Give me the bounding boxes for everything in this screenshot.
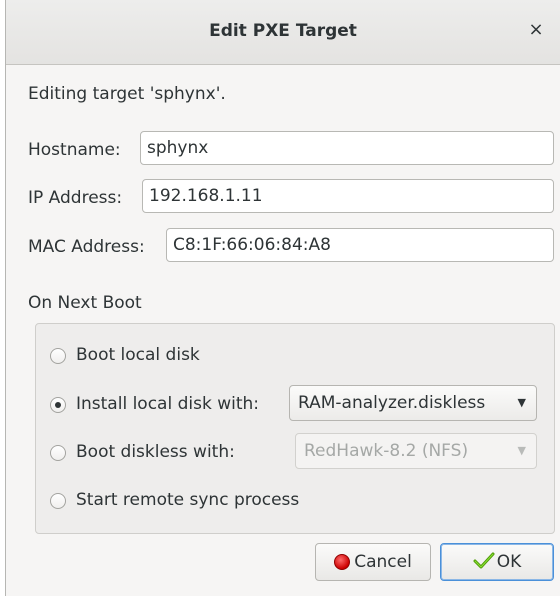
check-icon [473,551,495,574]
hostname-field[interactable]: sphynx [140,131,554,165]
install-local-disk-radio[interactable] [50,397,66,413]
ip-address-label: IP Address: [28,188,123,208]
editing-target-label: Editing target 'sphynx'. [28,84,226,104]
edit-pxe-target-dialog: Edit PXE Target × Editing target 'sphynx… [5,0,560,596]
ok-button[interactable]: OK [440,543,554,581]
diskless-image-value: RedHawk-8.2 (NFS) [304,441,469,461]
cancel-button[interactable]: Cancel [315,543,431,581]
start-remote-sync-label[interactable]: Start remote sync process [76,490,299,510]
mac-address-field[interactable]: C8:1F:66:06:84:A8 [166,228,554,262]
diskless-image-select: RedHawk-8.2 (NFS) ▼ [295,433,537,469]
cancel-button-label: Cancel [354,552,412,572]
mac-address-label: MAC Address: [28,237,145,257]
close-icon[interactable]: × [526,19,546,41]
install-image-select[interactable]: RAM-analyzer.diskless ▼ [289,385,537,421]
install-image-value: RAM-analyzer.diskless [298,393,486,413]
start-remote-sync-radio[interactable] [50,493,66,509]
boot-diskless-radio[interactable] [50,445,66,461]
boot-diskless-label[interactable]: Boot diskless with: [76,442,235,462]
boot-local-disk-radio[interactable] [50,348,66,364]
chevron-down-icon: ▼ [517,444,526,457]
ok-button-label: OK [496,552,522,572]
chevron-down-icon: ▼ [517,396,526,409]
stop-icon [334,554,351,570]
dialog-title: Edit PXE Target [209,21,357,41]
install-local-disk-label[interactable]: Install local disk with: [76,394,259,414]
dialog-titlebar[interactable]: Edit PXE Target × [6,0,560,65]
boot-local-disk-label[interactable]: Boot local disk [76,345,200,365]
ip-address-field[interactable]: 192.168.1.11 [142,179,554,213]
hostname-label: Hostname: [28,140,121,160]
on-next-boot-label: On Next Boot [28,293,142,313]
